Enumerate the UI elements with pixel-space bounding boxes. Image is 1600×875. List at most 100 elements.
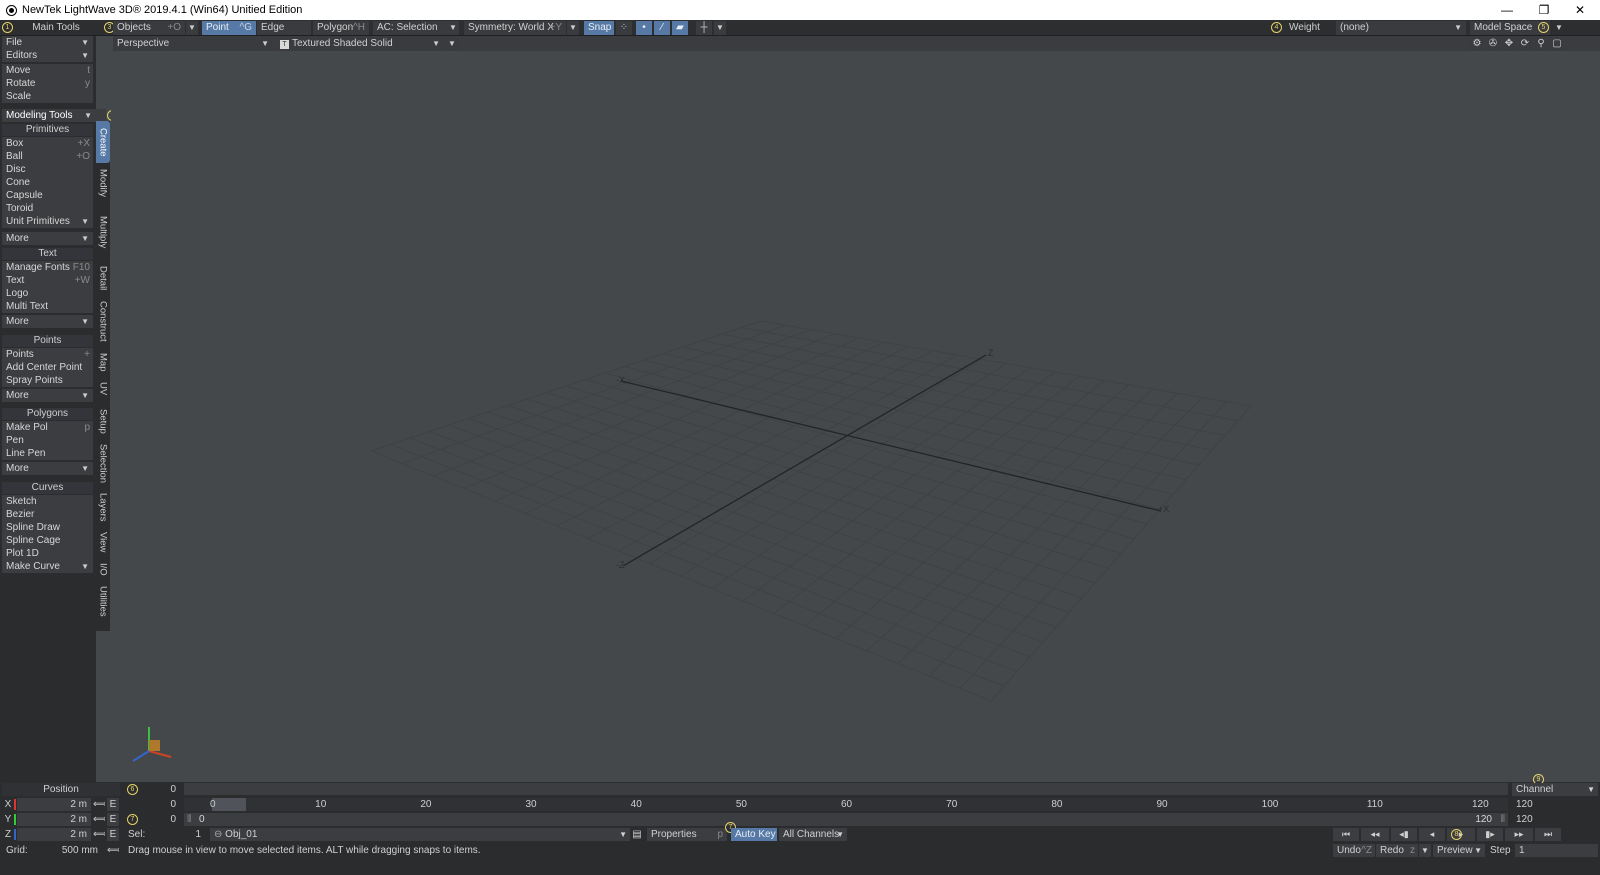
tab-uv[interactable]: UV bbox=[96, 377, 110, 401]
item-list-icon[interactable]: ▤ bbox=[631, 828, 643, 841]
tab-create[interactable]: Create bbox=[96, 121, 110, 163]
timeline-ruler[interactable]: 0 10 20 30 40 50 60 70 80 90 100 110 120 bbox=[184, 798, 1508, 811]
polygons-tool-make-pol[interactable]: Make Pol p bbox=[2, 421, 93, 434]
restore-button[interactable]: ❐ bbox=[1527, 0, 1561, 20]
end-frame-1[interactable]: 120 bbox=[1512, 798, 1598, 811]
polygons-tool-pen[interactable]: Pen bbox=[2, 434, 93, 447]
zoom-view-icon[interactable]: ⚲ bbox=[1534, 37, 1548, 51]
redo-chevron-icon[interactable]: ▼ bbox=[1419, 844, 1431, 857]
curves-dropdown[interactable]: Make Curve ▼ bbox=[2, 560, 93, 573]
next-key-icon[interactable]: ▸▸ bbox=[1505, 828, 1533, 841]
curves-tool-sketch[interactable]: Sketch bbox=[2, 495, 93, 508]
go-to-start-icon[interactable]: ⏮ bbox=[1333, 828, 1359, 841]
modeling-tools-dropdown[interactable]: Modeling Tools ▼ bbox=[2, 109, 106, 122]
primitives-more-dropdown[interactable]: More ▼ bbox=[2, 232, 93, 245]
points-more-dropdown[interactable]: More ▼ bbox=[2, 389, 93, 402]
close-button[interactable]: ✕ bbox=[1563, 0, 1597, 20]
symmetry-chevron-icon[interactable]: ▼ bbox=[567, 21, 579, 35]
tab-detail[interactable]: Detail bbox=[96, 261, 110, 295]
rotate-view-icon[interactable]: ✇ bbox=[1486, 37, 1500, 51]
3d-viewport[interactable]: -X +X Z -Z bbox=[111, 51, 1600, 782]
move-button[interactable]: Move t bbox=[2, 64, 93, 77]
z-envelope-button[interactable]: E bbox=[107, 828, 119, 841]
undo-button[interactable]: Undo ^Z bbox=[1333, 844, 1375, 857]
snap-button[interactable]: Snap bbox=[584, 21, 614, 35]
go-to-end-icon[interactable]: ⏭ bbox=[1535, 828, 1561, 841]
play-backward-icon[interactable]: ◂ bbox=[1419, 828, 1445, 841]
tab-setup[interactable]: Setup bbox=[96, 401, 110, 441]
properties-button[interactable]: Properties p bbox=[647, 828, 727, 841]
grid-arrows-icon[interactable]: ⟺ bbox=[107, 844, 119, 857]
x-position-field[interactable]: 2 m bbox=[17, 798, 91, 811]
objects-dropdown-chevron-icon[interactable]: ▼ bbox=[186, 21, 198, 35]
model-space-chevron-icon[interactable]: ▼ bbox=[1553, 21, 1565, 35]
curves-tool-spline-cage[interactable]: Spline Cage bbox=[2, 534, 93, 547]
view-type-dropdown[interactable]: Perspective ▼ bbox=[113, 37, 273, 51]
tab-view[interactable]: View bbox=[96, 527, 110, 557]
tab-layers[interactable]: Layers bbox=[96, 487, 110, 527]
symmetry-dropdown[interactable]: Symmetry: World X +Y bbox=[464, 21, 566, 35]
rotate-button[interactable]: Rotate y bbox=[2, 77, 93, 90]
curves-tool-bezier[interactable]: Bezier bbox=[2, 508, 93, 521]
objects-button[interactable]: Objects +O bbox=[113, 21, 185, 35]
x-envelope-button[interactable]: E bbox=[107, 798, 119, 811]
tab-multiply[interactable]: Multiply bbox=[96, 203, 110, 261]
current-item-dropdown[interactable]: ⊖ Obj_01 ▼ bbox=[210, 828, 630, 841]
end-frame-2[interactable]: 120 bbox=[1512, 813, 1598, 826]
viewport-options-chevron-icon[interactable]: ▼ bbox=[446, 37, 458, 51]
primitives-tool-disc[interactable]: Disc bbox=[2, 163, 93, 176]
settings-gear-icon[interactable]: ⚙ bbox=[1470, 37, 1484, 51]
tab-io[interactable]: I/O bbox=[96, 557, 110, 581]
text-tool-logo[interactable]: Logo bbox=[2, 287, 93, 300]
primitives-tool-cone[interactable]: Cone bbox=[2, 176, 93, 189]
points-tool-points[interactable]: Points + bbox=[2, 348, 93, 361]
tab-modify[interactable]: Modify bbox=[96, 163, 110, 203]
edge-mode-button[interactable]: Edge bbox=[257, 21, 311, 35]
snap-polygon-icon[interactable]: ▰ bbox=[672, 21, 688, 35]
auto-key-button[interactable]: Auto Key bbox=[731, 828, 777, 841]
preview-dropdown[interactable]: Preview ▼ bbox=[1433, 844, 1485, 857]
step-field[interactable]: 1 bbox=[1515, 844, 1598, 857]
timeline-slider[interactable] bbox=[184, 783, 1508, 795]
y-envelope-button[interactable]: E bbox=[107, 813, 119, 826]
x-reset-arrows-icon[interactable]: ⟺ bbox=[93, 798, 105, 811]
primitives-tool-capsule[interactable]: Capsule bbox=[2, 189, 93, 202]
minimize-button[interactable]: — bbox=[1490, 0, 1524, 20]
editors-menu[interactable]: Editors ▼ bbox=[2, 49, 93, 62]
pan-view-icon[interactable]: ✥ bbox=[1502, 37, 1516, 51]
text-tool-manage-fonts[interactable]: Manage Fonts F10 bbox=[2, 261, 93, 274]
tab-construct[interactable]: Construct bbox=[96, 295, 110, 347]
snap-options-chevron-icon[interactable]: ▼ bbox=[714, 21, 726, 35]
primitives-dropdown[interactable]: Unit Primitives ▼ bbox=[2, 215, 93, 228]
primitives-tool-box[interactable]: Box +X bbox=[2, 137, 93, 150]
polygons-more-dropdown[interactable]: More ▼ bbox=[2, 462, 93, 475]
snap-edge-icon[interactable]: ⁄ bbox=[654, 21, 670, 35]
point-mode-button[interactable]: Point ^G bbox=[202, 21, 256, 35]
tab-map[interactable]: Map bbox=[96, 347, 110, 377]
timeline-playhead[interactable] bbox=[212, 798, 246, 811]
primitives-tool-ball[interactable]: Ball +O bbox=[2, 150, 93, 163]
scale-button[interactable]: Scale bbox=[2, 90, 93, 103]
tab-utilities[interactable]: Utilities bbox=[96, 581, 110, 621]
snap-point-icon[interactable]: • bbox=[636, 21, 652, 35]
all-channels-dropdown[interactable]: All Channels ▼ bbox=[779, 828, 847, 841]
y-reset-arrows-icon[interactable]: ⟺ bbox=[93, 813, 105, 826]
redo-button[interactable]: Redo z bbox=[1376, 844, 1418, 857]
text-tool-multi-text[interactable]: Multi Text bbox=[2, 300, 93, 313]
polygons-tool-line-pen[interactable]: Line Pen bbox=[2, 447, 93, 460]
snap-crosshair-icon[interactable]: ┼ bbox=[696, 21, 712, 35]
z-reset-arrows-icon[interactable]: ⟺ bbox=[93, 828, 105, 841]
z-position-field[interactable]: 2 m bbox=[17, 828, 91, 841]
range-slider[interactable]: ⦀ 0 120 ⦀ bbox=[184, 813, 1508, 826]
points-tool-add-center-point[interactable]: Add Center Point bbox=[2, 361, 93, 374]
points-tool-spray-points[interactable]: Spray Points bbox=[2, 374, 93, 387]
ac-selection-chevron-icon[interactable]: ▼ bbox=[447, 21, 459, 35]
text-more-dropdown[interactable]: More ▼ bbox=[2, 315, 93, 328]
y-position-field[interactable]: 2 m bbox=[17, 813, 91, 826]
snap-grid-icon[interactable]: ⁘ bbox=[616, 21, 632, 35]
maximize-viewport-icon[interactable]: ▢ bbox=[1550, 37, 1564, 51]
channel-dropdown[interactable]: Channel ▼ bbox=[1512, 783, 1598, 796]
primitives-tool-toroid[interactable]: Toroid bbox=[2, 202, 93, 215]
shading-dropdown[interactable]: T Textured Shaded Solid ▼ bbox=[276, 37, 444, 51]
previous-frame-icon[interactable]: ◂▮ bbox=[1391, 828, 1417, 841]
